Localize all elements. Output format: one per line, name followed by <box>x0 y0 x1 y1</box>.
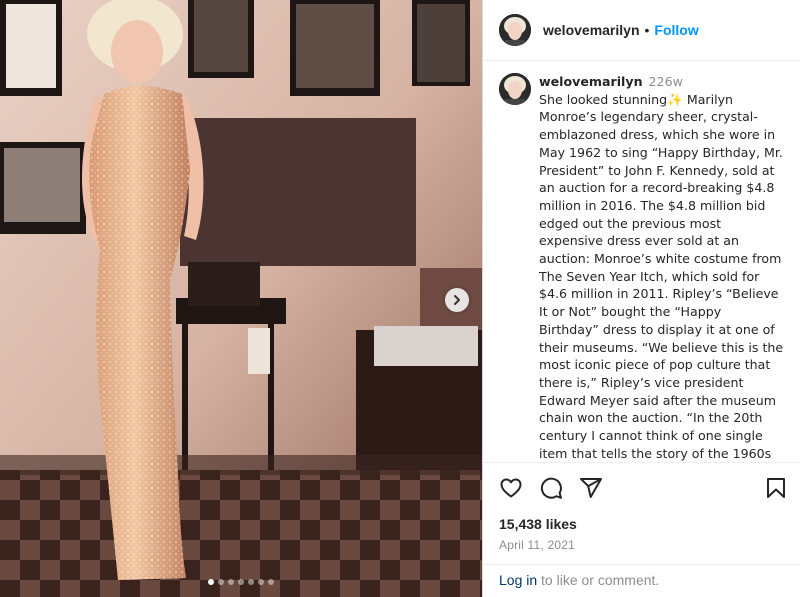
comment-icon <box>540 477 562 499</box>
carousel-dot <box>218 579 224 585</box>
caption-username[interactable]: welovemarilyn <box>539 74 643 89</box>
post-date: April 11, 2021 <box>499 538 575 552</box>
login-prompt-text: to like or comment. <box>537 572 660 588</box>
share-button[interactable] <box>579 476 603 500</box>
avatar[interactable] <box>499 14 531 46</box>
follow-button[interactable]: Follow <box>654 22 698 38</box>
likes-count[interactable]: 15,438 likes <box>483 513 800 535</box>
comment-button[interactable] <box>539 476 563 500</box>
carousel-dot <box>238 579 244 585</box>
share-icon <box>580 478 602 498</box>
post-side-panel: welovemarilyn • Follow welovemarilyn 226w… <box>482 0 800 597</box>
carousel-next-button[interactable] <box>445 288 469 312</box>
caption-area[interactable]: welovemarilyn 226w She looked stunning✨ M… <box>483 61 800 463</box>
login-link[interactable]: Log in <box>499 572 537 588</box>
caption-timestamp[interactable]: 226w <box>649 74 683 89</box>
avatar-image <box>499 73 531 105</box>
carousel-dot-active <box>208 579 214 585</box>
login-prompt: Log in to like or comment. <box>483 564 800 597</box>
avatar[interactable] <box>499 73 531 105</box>
header-username[interactable]: welovemarilyn <box>543 22 640 38</box>
save-button[interactable] <box>764 476 788 500</box>
caption-body: She looked stunning✨ Marilyn Monroe’s le… <box>539 91 784 461</box>
chevron-right-icon <box>454 295 460 305</box>
carousel-indicator <box>0 579 482 585</box>
avatar-image <box>499 14 531 46</box>
post-dialog: welovemarilyn • Follow welovemarilyn 226w… <box>0 0 800 597</box>
carousel-dot <box>268 579 274 585</box>
post-photo <box>0 0 482 597</box>
header-separator: • <box>644 22 650 38</box>
action-bar <box>483 463 800 513</box>
post-media[interactable] <box>0 0 482 597</box>
caption-text: welovemarilyn 226w She looked stunning✨ M… <box>539 73 784 462</box>
heart-icon <box>500 478 522 498</box>
post-header: welovemarilyn • Follow <box>483 0 800 61</box>
bookmark-icon <box>767 478 785 498</box>
carousel-dot <box>228 579 234 585</box>
carousel-dot <box>258 579 264 585</box>
carousel-dot <box>248 579 254 585</box>
like-button[interactable] <box>499 476 523 500</box>
